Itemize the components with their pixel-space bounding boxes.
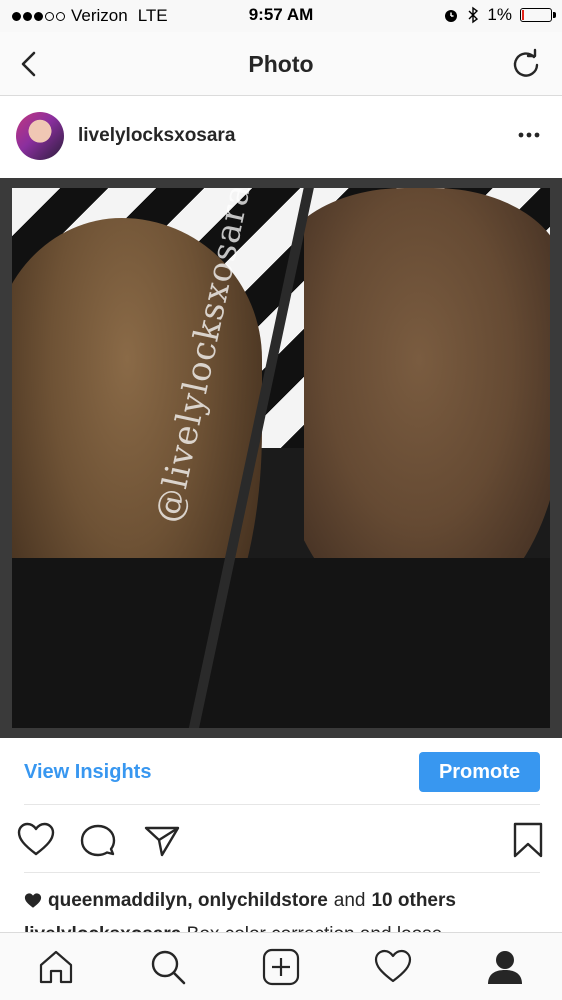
battery-percent: 1% (487, 5, 512, 24)
add-icon[interactable] (261, 947, 301, 987)
post-username[interactable]: livelylocksxosara (78, 125, 235, 147)
bluetooth-icon (468, 6, 479, 24)
navigation-bar: Photo (0, 32, 562, 96)
promote-button[interactable]: Promote (419, 752, 540, 792)
share-icon[interactable] (142, 820, 182, 860)
home-icon[interactable] (36, 947, 76, 987)
divider (24, 804, 540, 805)
status-bar: Verizon LTE 9:57 AM 1% (0, 0, 562, 32)
comment-icon[interactable] (78, 820, 118, 860)
profile-icon[interactable] (485, 947, 525, 987)
divider (24, 872, 540, 873)
page-title: Photo (248, 51, 314, 77)
likes-and: and (333, 890, 366, 911)
search-icon[interactable] (148, 947, 188, 987)
heart-icon (24, 893, 42, 908)
bookmark-icon[interactable] (508, 820, 548, 860)
activity-heart-icon[interactable] (373, 947, 413, 987)
liked-by-users[interactable]: queenmaddilyn, onlychildstore (48, 890, 328, 912)
photo-content: @livelylocksxosara (12, 188, 550, 728)
battery-icon (520, 8, 556, 22)
view-insights-link[interactable]: View Insights (24, 761, 151, 784)
refresh-icon[interactable] (510, 48, 542, 80)
avatar[interactable] (16, 112, 64, 160)
likes-others[interactable]: 10 others (371, 890, 455, 912)
like-heart-icon[interactable] (16, 820, 56, 860)
post-photo[interactable]: @livelylocksxosara (0, 178, 562, 738)
likes-summary[interactable]: queenmaddilyn, onlychildstore and 10 oth… (24, 890, 456, 912)
salon-cape (12, 558, 550, 728)
status-right: 1% (443, 5, 556, 25)
alarm-icon (445, 10, 458, 22)
more-dots-icon[interactable] (518, 124, 540, 146)
tab-bar (0, 932, 562, 1000)
